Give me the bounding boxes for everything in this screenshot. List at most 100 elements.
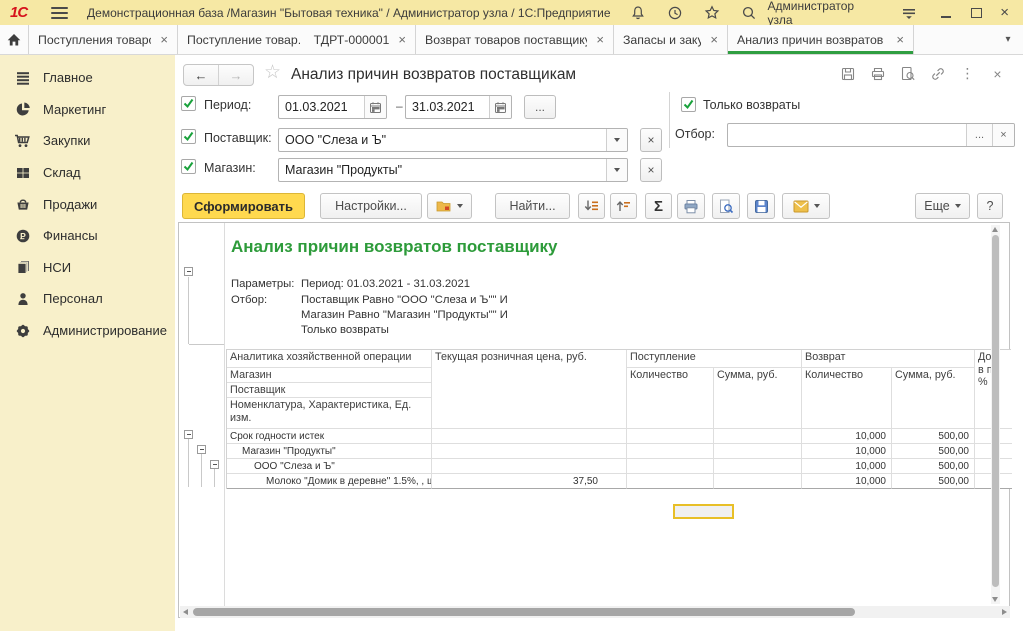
vertical-scroll-thumb[interactable] [992,235,999,587]
print-button[interactable] [677,193,705,219]
sidebar-item-glavnoe[interactable]: Главное [0,62,175,94]
send-mail-button[interactable] [782,193,830,219]
preview-icon[interactable] [899,65,916,82]
col-header-receipt-qty[interactable]: Количество [627,368,714,429]
more-actions-icon[interactable]: ⋮ [959,65,976,82]
close-form-icon[interactable]: × [989,65,1006,82]
save-icon[interactable] [839,65,856,82]
home-tab[interactable] [0,25,29,54]
cell-name[interactable]: Молоко "Домик в деревне" 1.5%, , шт [227,474,432,489]
tab-close-icon[interactable]: × [398,33,406,46]
more-button[interactable]: Еще [915,193,970,219]
search-icon[interactable] [740,4,758,22]
col-header-return-qty[interactable]: Количество [802,368,892,429]
cell-receipt-sum[interactable] [714,459,802,474]
cell-return-sum[interactable]: 500,00 [892,459,975,474]
forward-button[interactable]: → [219,65,253,85]
window-close-button[interactable]: × [1000,5,1009,20]
cell-return-sum[interactable]: 500,00 [892,429,975,444]
report-variants-button[interactable] [427,193,472,219]
history-icon[interactable] [666,4,684,22]
horizontal-scroll-thumb[interactable] [193,608,855,616]
tab-analiz-prichin-vozvratov[interactable]: Анализ причин возвратов постав... × [728,25,914,54]
find-button[interactable]: Найти... [495,193,570,219]
col-header-return-sum[interactable]: Сумма, руб. [892,368,975,429]
col-header-supplier[interactable]: Поставщик [227,383,432,398]
collapse-marker-icon[interactable] [184,430,193,439]
tabs-overflow-icon[interactable]: ▾ [993,25,1023,54]
cell-name[interactable]: ООО "Слеза и Ъ" [227,459,432,474]
selected-cell[interactable] [673,504,734,519]
tab-vozvrat-tovarov[interactable]: Возврат товаров поставщику (со... × [416,25,614,54]
cell-return-qty[interactable]: 10,000 [802,459,892,474]
only-returns-checkbox[interactable] [681,97,696,112]
period-from-input[interactable]: 01.03.2021 [278,95,387,119]
preview-button[interactable] [712,193,740,219]
col-header-receipt-sum[interactable]: Сумма, руб. [714,368,802,429]
cell-name[interactable]: Срок годности истек [227,429,432,444]
scroll-up-icon[interactable] [992,227,998,232]
sidebar-item-finansy[interactable]: Р Финансы [0,220,175,252]
col-header-analytics[interactable]: Аналитика хозяйственной операции [227,350,432,368]
horizontal-scrollbar[interactable] [180,606,1010,618]
sum-button[interactable]: Σ [645,193,672,219]
cell-receipt-qty[interactable] [627,459,714,474]
cell-price[interactable] [432,429,627,444]
supplier-combo[interactable]: ООО "Слеза и Ъ" [278,128,628,152]
help-button[interactable]: ? [977,193,1003,219]
cell-price[interactable] [432,459,627,474]
back-button[interactable]: ← [184,65,219,85]
cell-receipt-sum[interactable] [714,474,802,489]
scroll-left-icon[interactable] [183,609,188,615]
sidebar-item-nsi[interactable]: НСИ [0,252,175,284]
tab-zapasy-zakupki[interactable]: Запасы и закупки × [614,25,728,54]
cell-name[interactable]: Магазин "Продукты" [227,444,432,459]
collapse-marker-icon[interactable] [197,445,206,454]
cell-return-qty[interactable]: 10,000 [802,444,892,459]
user-settings-icon[interactable] [900,4,918,22]
favorites-star-icon[interactable] [703,4,721,22]
scroll-right-icon[interactable] [1002,609,1007,615]
cell-receipt-qty[interactable] [627,429,714,444]
collapse-groups-button[interactable] [610,193,637,219]
notifications-bell-icon[interactable] [630,4,648,22]
add-favorite-star-icon[interactable]: ☆ [264,61,281,84]
cell-price[interactable]: 37,50 [432,474,627,489]
calendar-icon[interactable] [364,96,386,118]
otbor-clear-icon[interactable]: × [992,124,1014,146]
supplier-dropdown-icon[interactable] [606,129,627,151]
sidebar-item-personal[interactable]: Персонал [0,283,175,315]
col-header-price[interactable]: Текущая розничная цена, руб. [432,350,627,429]
scroll-down-icon[interactable] [992,597,998,602]
print-icon[interactable] [869,65,886,82]
cell-price[interactable] [432,444,627,459]
period-to-input[interactable]: 31.03.2021 [405,95,512,119]
cell-receipt-qty[interactable] [627,444,714,459]
tab-close-icon[interactable]: × [710,33,718,46]
tab-postuplenie-tovara[interactable]: Поступление товар... ТДРТ-000001 × [178,25,416,54]
collapse-marker-icon[interactable] [210,460,219,469]
sidebar-item-administrirovanie[interactable]: Администрирование [0,315,175,347]
tab-close-icon[interactable]: × [160,33,168,46]
sidebar-item-marketing[interactable]: Маркетинг [0,94,175,126]
get-link-icon[interactable] [929,65,946,82]
cell-return-qty[interactable]: 10,000 [802,474,892,489]
tab-close-icon[interactable]: × [896,33,904,46]
col-header-return[interactable]: Возврат [802,350,975,368]
col-header-store[interactable]: Магазин [227,368,432,383]
otbor-input[interactable]: ... × [727,123,1015,147]
minimize-button[interactable] [940,7,952,19]
main-menu-icon[interactable] [51,7,68,19]
settings-button[interactable]: Настройки... [320,193,422,219]
cell-receipt-sum[interactable] [714,429,802,444]
col-header-nomenclature[interactable]: Номенклатура, Характеристика, Ед. изм. [227,398,432,429]
period-checkbox[interactable] [181,96,196,111]
tab-postupleniya-tovarov[interactable]: Поступления товаров × [29,25,178,54]
sidebar-item-prodazhi[interactable]: Продажи [0,188,175,220]
cell-return-sum[interactable]: 500,00 [892,474,975,489]
period-variants-button[interactable]: ... [524,95,556,119]
store-clear-icon[interactable]: × [640,158,662,182]
col-header-receipt[interactable]: Поступление [627,350,802,368]
supplier-checkbox[interactable] [181,129,196,144]
store-combo[interactable]: Магазин "Продукты" [278,158,628,182]
